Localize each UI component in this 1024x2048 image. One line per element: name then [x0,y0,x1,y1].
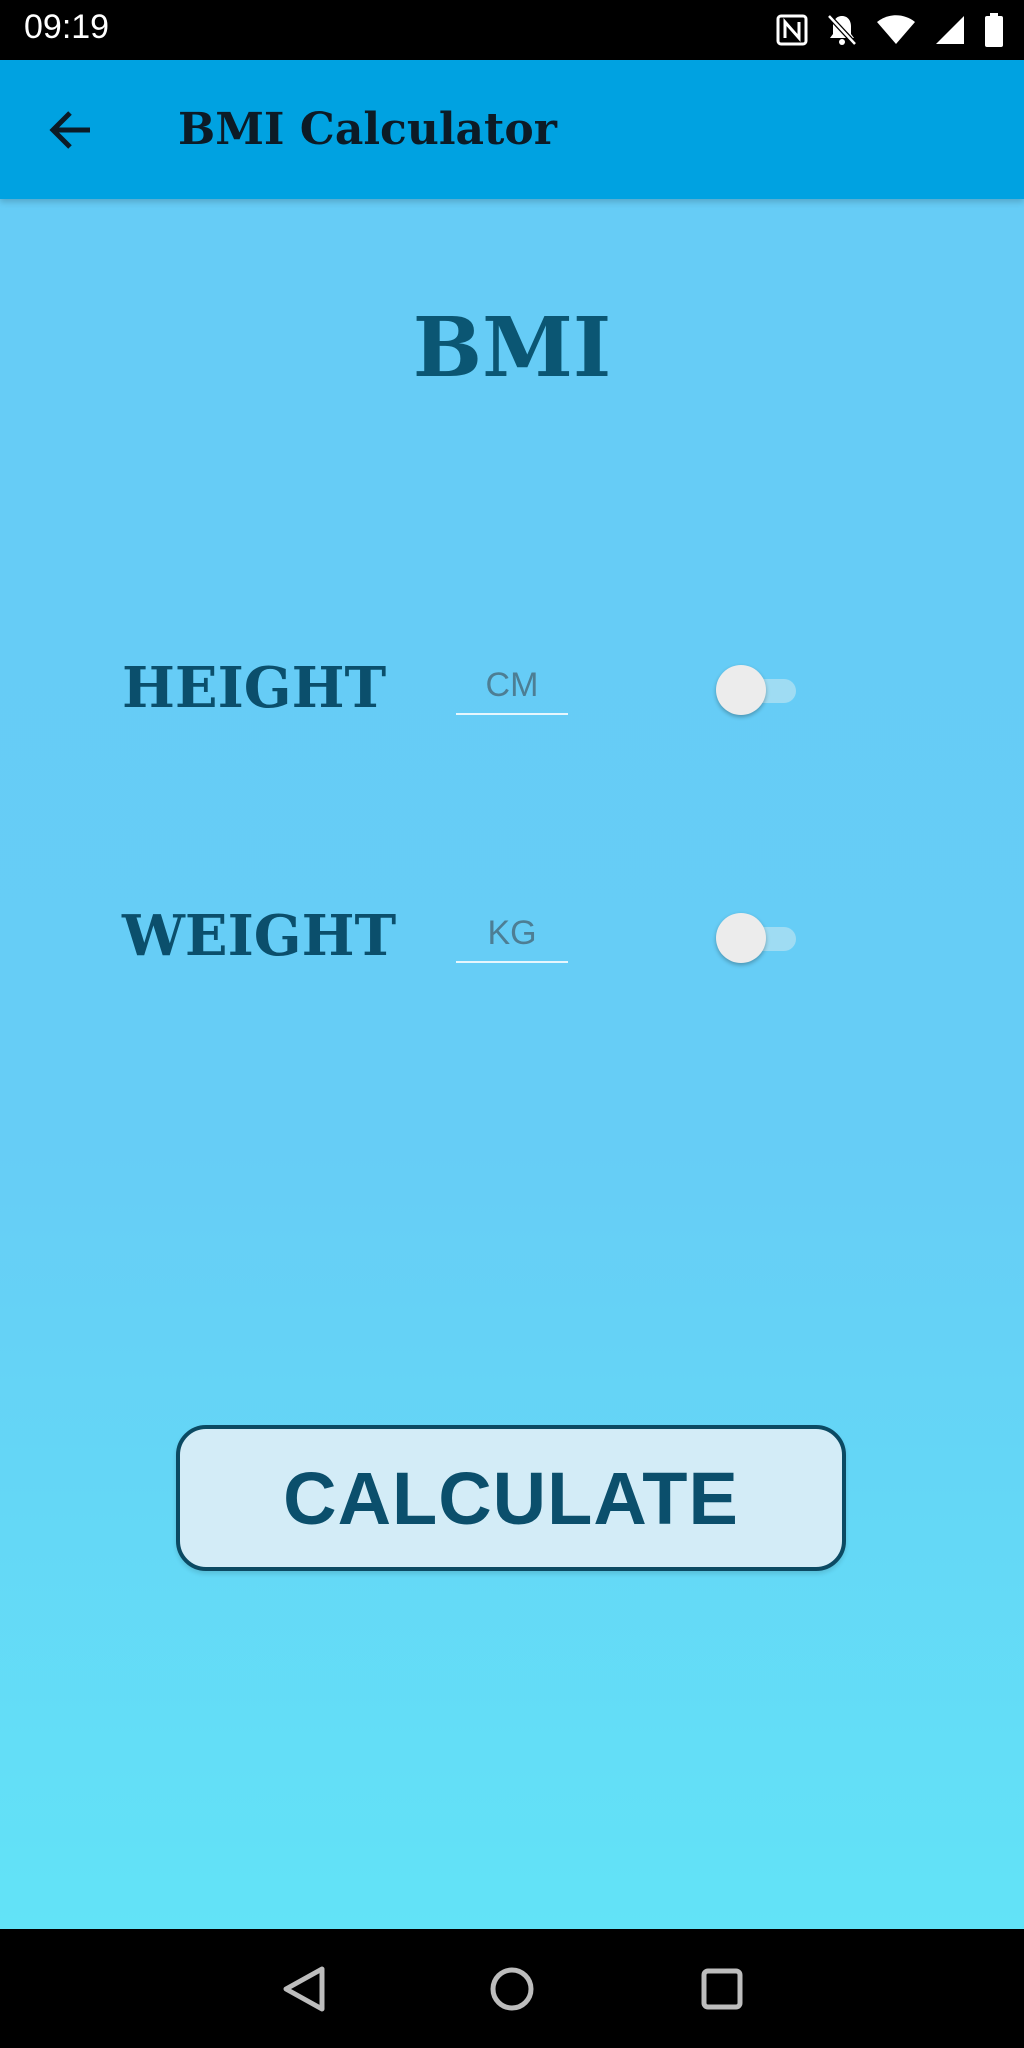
back-triangle-icon [283,1966,325,2012]
app-title: BMI Calculator [178,104,557,155]
app-bar: BMI Calculator [0,60,1024,199]
toggle-thumb [716,665,766,715]
battery-icon [984,13,1004,47]
weight-label: WEIGHT [122,903,397,969]
navigation-bar [0,1929,1024,2048]
back-button[interactable] [34,98,106,162]
signal-icon [934,14,966,46]
recents-square-icon [701,1968,743,2010]
nav-recents-button[interactable] [692,1959,752,2019]
home-circle-icon [490,1967,534,2011]
wifi-icon [876,14,916,46]
weight-input[interactable] [456,905,568,963]
nfc-icon [776,14,808,46]
arrow-back-icon [49,111,90,149]
notifications-off-icon [826,13,858,47]
nav-back-button[interactable] [274,1959,334,2019]
status-icons [776,12,1004,48]
main-content: BMI HEIGHT WEIGHT CALCULATE [0,199,1024,1929]
bmi-heading: BMI [412,300,612,396]
weight-unit-toggle[interactable] [716,913,798,963]
nav-home-button[interactable] [482,1959,542,2019]
toggle-thumb [716,913,766,963]
calculate-button[interactable]: CALCULATE [176,1425,846,1571]
height-unit-toggle[interactable] [716,665,798,715]
height-input[interactable] [456,657,568,715]
calculate-label: CALCULATE [283,1456,739,1540]
height-label: HEIGHT [122,655,387,721]
status-time: 09:19 [24,8,110,46]
status-bar: 09:19 [0,0,1024,60]
